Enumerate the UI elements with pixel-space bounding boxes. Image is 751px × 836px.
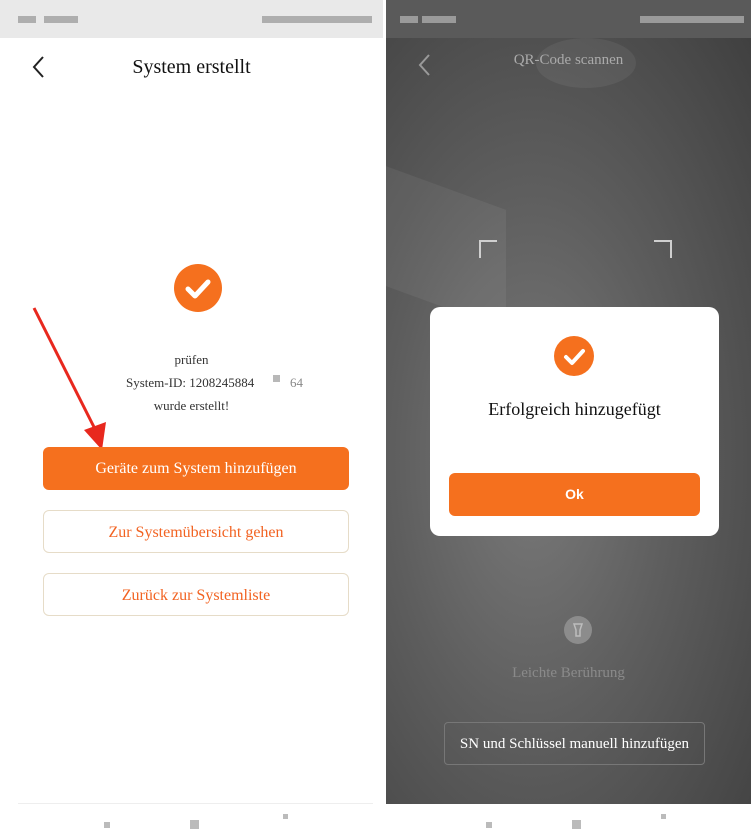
success-check-icon: [554, 336, 594, 376]
system-id-text: System-ID: 1208245884: [126, 375, 255, 390]
nav-recents-icon[interactable]: [283, 814, 288, 819]
scan-frame-corner: [479, 240, 497, 258]
nav-back-icon[interactable]: [104, 822, 110, 828]
manual-add-button[interactable]: SN und Schlüssel manuell hinzufügen: [444, 722, 705, 765]
redaction-square: [273, 375, 280, 382]
status-blur: [400, 16, 418, 23]
status-blur: [422, 16, 456, 23]
nav-home-icon[interactable]: [190, 820, 199, 829]
success-dialog: Erfolgreich hinzugefügt Ok: [430, 307, 719, 536]
system-created-screen: System erstellt prüfen System-ID: 120824…: [0, 0, 383, 836]
ok-button[interactable]: Ok: [449, 473, 700, 516]
qr-scan-screen: QR-Code scannen Leichte Berührung SN und…: [386, 0, 751, 836]
back-arrow-icon[interactable]: [26, 52, 52, 82]
system-id-suffix: 64: [290, 375, 303, 390]
page-title: QR-Code scannen: [513, 52, 624, 68]
scan-frame-corner: [654, 240, 672, 258]
back-to-system-list-button[interactable]: Zurück zur Systemliste: [43, 573, 349, 616]
divider: [18, 803, 373, 804]
flashlight-icon[interactable]: [564, 616, 592, 644]
success-check-icon: [174, 264, 222, 312]
page-title: System erstellt: [132, 56, 251, 78]
status-blur: [262, 16, 372, 23]
status-blur: [640, 16, 744, 23]
back-arrow-icon[interactable]: [412, 50, 438, 80]
nav-recents-icon[interactable]: [661, 814, 666, 819]
system-overview-button[interactable]: Zur Systemübersicht gehen: [43, 510, 349, 553]
add-devices-button[interactable]: Geräte zum System hinzufügen: [43, 447, 349, 490]
nav-bar: System erstellt: [0, 38, 383, 98]
nav-home-icon[interactable]: [572, 820, 581, 829]
status-blur: [44, 16, 78, 23]
status-bar: [386, 0, 751, 38]
annotation-arrow-icon: [32, 307, 106, 450]
dialog-message: Erfolgreich hinzugefügt: [488, 399, 661, 419]
status-bar: [0, 0, 383, 38]
nav-back-icon[interactable]: [486, 822, 492, 828]
flashlight-label: Leichte Berührung: [512, 665, 625, 681]
status-blur: [18, 16, 36, 23]
